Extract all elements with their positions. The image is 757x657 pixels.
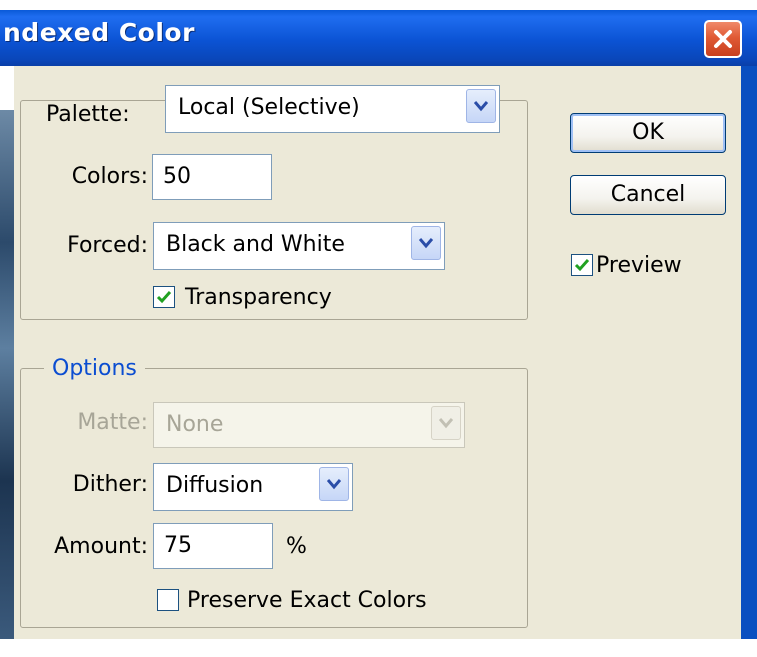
palette-select-value: Local (Selective) [178,95,360,120]
palette-dropdown-button[interactable] [466,89,496,123]
matte-select: None [153,402,465,448]
indexed-color-dialog: ndexed Color Palette: Local (Selective) … [0,0,757,657]
transparency-label: Transparency [185,285,332,310]
colors-input-value: 50 [163,164,191,189]
forced-select[interactable]: Black and White [153,222,445,270]
palette-label: Palette: [38,102,138,128]
amount-input-value: 75 [164,533,192,558]
amount-input[interactable]: 75 [153,523,273,569]
matte-select-value: None [166,412,224,437]
amount-label: Amount: [54,534,148,559]
close-x-icon [714,30,732,48]
matte-label: Matte: [77,410,148,435]
dither-dropdown-button[interactable] [319,467,349,501]
preview-checkbox[interactable] [571,254,593,276]
dialog-title: ndexed Color [3,18,195,47]
amount-unit: % [286,534,307,559]
close-button[interactable] [704,20,742,58]
checkmark-icon [156,291,172,304]
ok-button[interactable]: OK [570,113,726,153]
chevron-down-icon [439,418,453,429]
colors-input[interactable]: 50 [152,154,272,200]
dither-select[interactable]: Diffusion [153,463,353,511]
checkmark-icon [574,259,590,272]
chevron-down-icon [419,238,433,249]
preserve-exact-colors-label: Preserve Exact Colors [187,588,427,613]
palette-select[interactable]: Local (Selective) [165,85,500,133]
matte-dropdown-button [431,406,461,440]
forced-dropdown-button[interactable] [411,226,441,260]
preserve-exact-colors-checkbox[interactable] [157,589,179,611]
options-legend: Options [44,356,145,382]
bottom-edge [0,639,757,657]
colors-label: Colors: [71,164,148,189]
chevron-down-icon [474,101,488,112]
transparency-checkbox[interactable] [153,286,175,308]
preview-label: Preview [596,253,682,278]
dither-label: Dither: [72,472,148,497]
forced-select-value: Black and White [166,232,345,257]
dither-select-value: Diffusion [166,473,264,498]
forced-label: Forced: [67,233,148,258]
cancel-button[interactable]: Cancel [570,175,726,215]
window-border [741,66,757,639]
chevron-down-icon [327,479,341,490]
title-bar[interactable]: ndexed Color [0,10,757,66]
